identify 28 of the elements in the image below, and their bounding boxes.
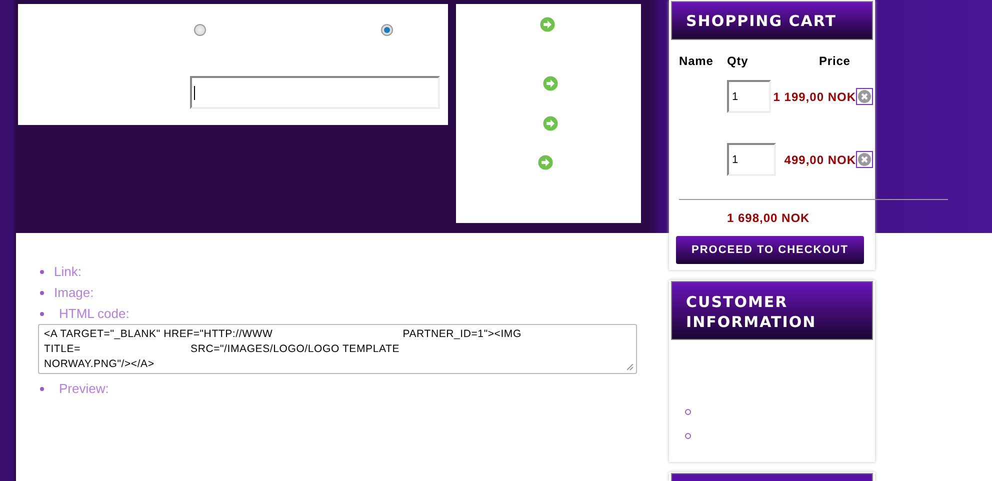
- column-header: Price: [819, 54, 850, 68]
- panel-title: CUSTOMER INFORMATION: [671, 281, 873, 340]
- checkout-button[interactable]: PROCEED TO CHECKOUT: [676, 236, 864, 264]
- price-text: 499,00 NOK: [784, 152, 856, 166]
- field-label: Preview:: [59, 381, 109, 396]
- price-text: 1 199,00 NOK: [773, 90, 856, 104]
- remove-icon[interactable]: [856, 88, 873, 105]
- column-header: Name: [679, 54, 714, 68]
- input-field[interactable]: [190, 76, 440, 109]
- bullet-icon: [685, 433, 691, 439]
- radio-button[interactable]: [194, 24, 206, 36]
- quantity-field[interactable]: 1: [727, 143, 776, 176]
- radio-button[interactable]: [381, 24, 393, 36]
- bullet-icon: [40, 290, 44, 294]
- panel-title: SHOPPING CART: [671, 1, 873, 40]
- bullet-icon: [40, 386, 44, 390]
- total-price: 1 698,00 NOK: [726, 210, 810, 226]
- remove-icon[interactable]: [856, 151, 873, 168]
- field-label: HTML code:: [59, 306, 130, 321]
- field-label: Link:: [54, 264, 82, 279]
- field-label: Image:: [54, 285, 94, 300]
- bullet-icon: [685, 409, 691, 415]
- code-textarea[interactable]: <A TARGET="_BLANK" HREF="HTTP://WWW PARTNER_ID=1"><IMG TITLE= SRC="/IMAGES/LOGO/LOGO TEMPLATE NORWAY.PNG"/></A>: [38, 324, 637, 374]
- bullet-icon: [40, 312, 44, 316]
- resize-grip-icon[interactable]: [627, 364, 634, 371]
- bullet-icon: [40, 270, 44, 274]
- column-header: Qty: [727, 54, 750, 68]
- quantity-field[interactable]: 1: [727, 80, 772, 113]
